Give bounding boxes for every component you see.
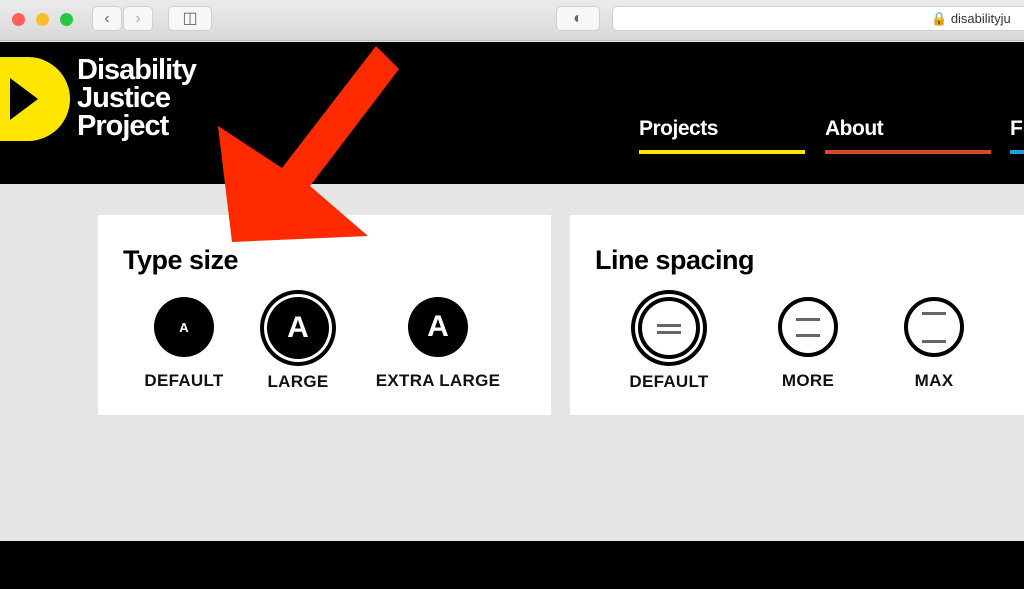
arrow-shape	[218, 46, 399, 242]
arrow-annotation-icon	[218, 46, 399, 242]
